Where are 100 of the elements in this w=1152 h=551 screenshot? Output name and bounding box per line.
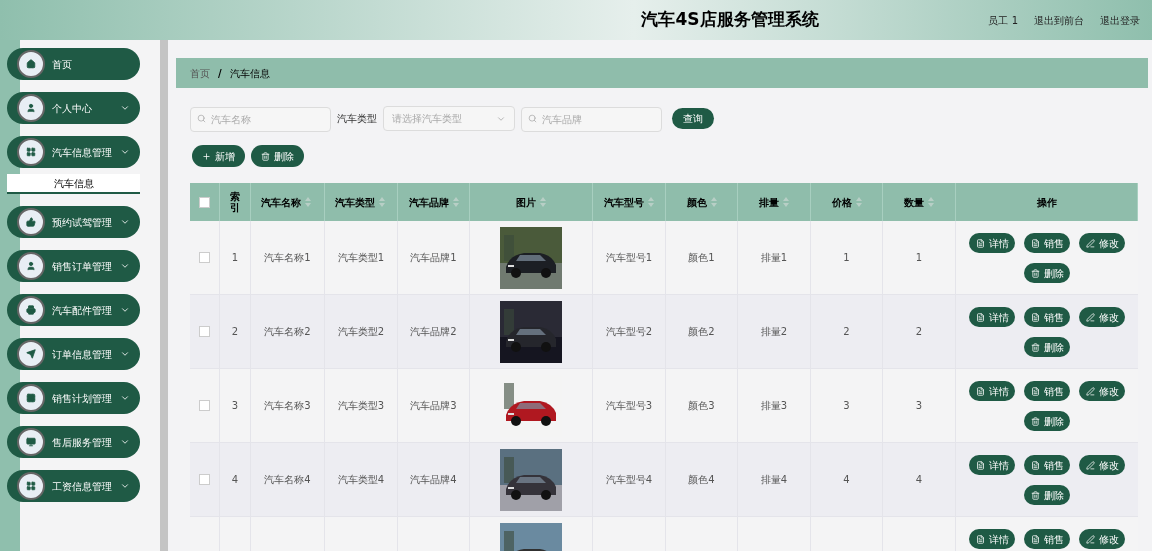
breadcrumb-separator: / [218,66,222,81]
send-icon [26,349,36,359]
column-header: 颜色 [686,195,707,210]
trash-icon [1030,416,1040,426]
document-icon [975,238,985,248]
table-cell-text: 汽车类型2 [337,325,385,339]
action-button[interactable]: 详情 [969,529,1015,549]
action-button[interactable]: 删除 [1024,485,1070,505]
table-cell-text: 颜色4 [688,473,715,487]
sort-icon[interactable] [540,197,546,207]
menu-item[interactable]: 订单信息管理 [7,338,140,370]
delete-button[interactable]: 删除 [251,145,304,167]
menu-item[interactable]: 工资信息管理 [7,470,140,502]
trash-icon [1030,268,1040,278]
table-cell-text: 汽车型号1 [605,251,653,265]
menu-item[interactable]: 汽车信息管理 [7,136,140,168]
action-button[interactable]: 修改 [1079,455,1125,475]
sort-icon[interactable] [710,197,717,207]
trash-icon [1030,342,1040,352]
action-button[interactable]: 删除 [1024,411,1070,431]
menu-item[interactable]: 预约试驾管理 [7,206,140,238]
thumbs-up-icon [26,217,36,227]
action-button[interactable]: 销售 [1024,529,1070,549]
breadcrumb-item[interactable]: 首页 [190,65,210,81]
table-cell-text: 汽车类型1 [337,251,385,265]
action-button[interactable]: 修改 [1079,233,1125,253]
menu-item[interactable]: 销售计划管理 [7,382,140,414]
table-cell-text: 颜色2 [688,325,715,339]
action-button[interactable]: 详情 [969,233,1015,253]
action-button[interactable]: 销售 [1024,307,1070,327]
brand-search-field[interactable]: 汽车品牌 [521,107,662,132]
table-cell-text: 颜色1 [688,251,715,265]
menu-label: 订单信息管理 [52,347,113,362]
table-cell-text: 排量2 [760,325,788,339]
column-header: 数量 [904,195,924,210]
table-cell-text: 1 [231,251,239,265]
breadcrumb-item[interactable]: 汽车信息 [229,65,270,81]
menu-item[interactable]: 个人中心 [7,92,140,124]
action-button[interactable]: 修改 [1079,307,1125,327]
row-checkbox[interactable] [199,474,210,485]
document-icon [975,312,985,322]
action-button[interactable]: 修改 [1079,381,1125,401]
action-button[interactable]: 修改 [1079,529,1125,549]
sort-icon[interactable] [928,197,934,207]
sort-icon[interactable] [855,197,862,207]
sort-icon[interactable] [783,197,789,207]
table-cell-text: 2 [231,325,239,339]
action-button[interactable]: 删除 [1024,337,1070,357]
sort-icon[interactable] [305,197,311,207]
action-button[interactable]: 详情 [969,455,1015,475]
monitor-icon [26,437,36,447]
chevron-icon [120,217,130,227]
sort-icon[interactable] [452,197,459,207]
table-cell-text: 2 [915,325,923,339]
column-header: 价格 [831,195,852,210]
chevron-icon [120,349,130,359]
submenu-item[interactable]: 汽车信息 [7,174,140,194]
table-cell-text: 2 [843,325,850,339]
table-cell-text: 汽车品牌3 [410,399,457,413]
sort-icon[interactable] [648,197,654,207]
action-button[interactable]: 销售 [1024,233,1070,253]
query-button[interactable]: 查询 [672,108,714,129]
menu-label: 售后服务管理 [52,435,113,450]
table-cell-text: 汽车型号3 [605,399,653,413]
table-cell-text: 排量3 [760,399,788,413]
sort-icon[interactable] [379,197,385,207]
chevron-icon [120,261,130,271]
table-cell-text: 1 [915,251,923,265]
document-icon [975,386,985,396]
action-button[interactable]: 删除 [1024,263,1070,283]
action-button[interactable]: 详情 [969,381,1015,401]
name-search-field[interactable]: 汽车名称 [190,107,331,132]
pen-icon [1085,386,1095,396]
menu-label: 个人中心 [52,101,93,116]
action-button[interactable]: 销售 [1024,381,1070,401]
add-button[interactable]: 新增 [192,145,245,167]
type-label: 汽车类型 [337,112,377,126]
table-cell-text: 4 [843,473,850,487]
action-button[interactable]: 详情 [969,307,1015,327]
document-icon [1030,386,1040,396]
menu-item[interactable]: 售后服务管理 [7,426,140,458]
menu-item[interactable]: 首页 [7,48,140,80]
scrollbar[interactable] [160,40,168,551]
header-link[interactable]: 退出到前台 [1034,12,1084,28]
header-link[interactable]: 退出登录 [1100,12,1140,28]
table-cell-text: 4 [915,473,923,487]
row-checkbox[interactable] [199,252,210,263]
select-all-checkbox[interactable] [199,196,210,208]
menu-item[interactable]: 销售订单管理 [7,250,140,282]
menu-item[interactable]: 汽车配件管理 [7,294,140,326]
row-checkbox[interactable] [199,400,210,411]
table-cell-text: 汽车名称2 [264,325,311,339]
table-cell-text: 汽车品牌1 [410,251,457,265]
row-checkbox[interactable] [199,326,210,337]
table-cell-text: 汽车名称1 [264,251,311,265]
table-cell-text: 排量4 [760,473,788,487]
table-cell-text: 汽车名称3 [264,399,311,413]
header-link[interactable]: 员工 1 [988,12,1018,28]
action-button[interactable]: 销售 [1024,455,1070,475]
column-header: 索引 [230,191,240,213]
